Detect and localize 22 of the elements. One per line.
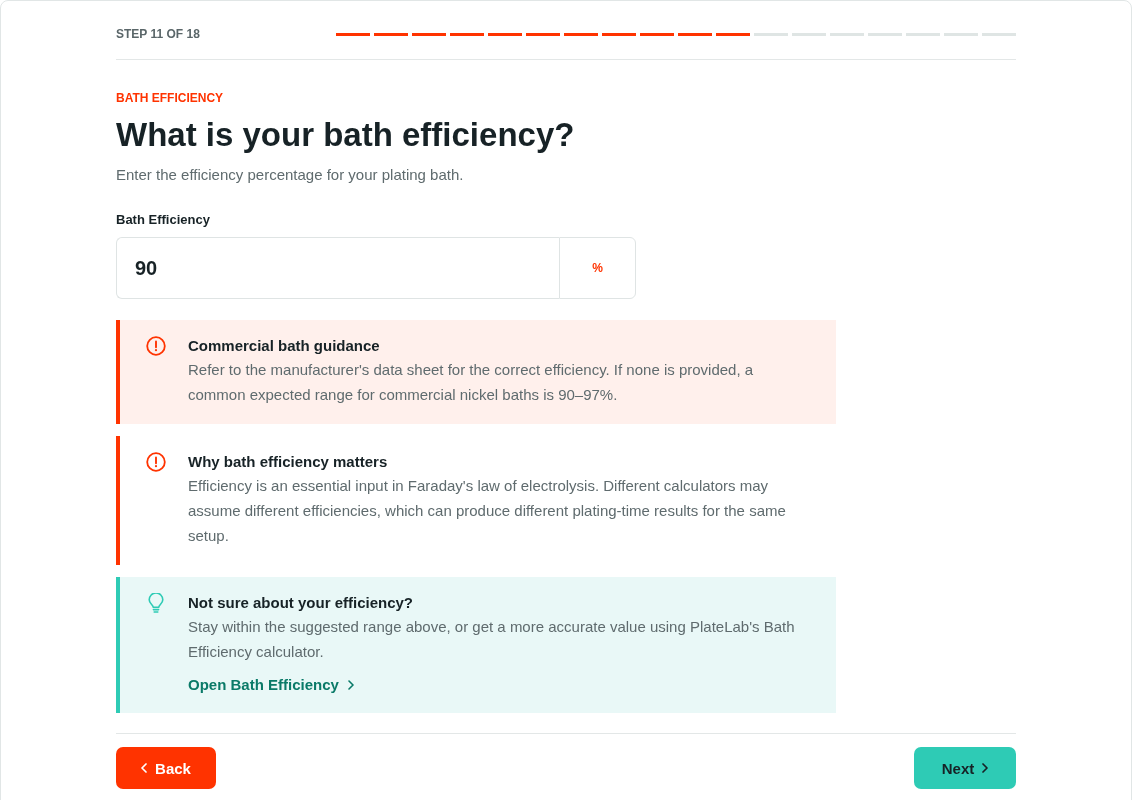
exclamation-circle-icon bbox=[146, 452, 166, 472]
callout-title: Not sure about your efficiency? bbox=[188, 593, 414, 613]
unit-suffix: % bbox=[559, 237, 636, 299]
callout-text: Efficiency is an essential input in Faraday's law of electrolysis. Different calculators may assume different efficiencies, which can produce different plating-time results for the same setup. bbox=[188, 476, 787, 546]
callout-title: Commercial bath guidance bbox=[188, 336, 380, 356]
chevron-right-icon bbox=[982, 763, 989, 773]
section-eyebrow: BATH EFFICIENCY bbox=[116, 91, 224, 105]
field-label: Bath Efficiency bbox=[116, 211, 210, 229]
chevron-left-icon bbox=[141, 763, 148, 773]
exclamation-circle-icon bbox=[146, 336, 166, 356]
callout-text: Refer to the manufacturer's data sheet for the correct efficiency. If none is provided, a common expected range for commercial nickel baths is 90–97%. bbox=[188, 360, 755, 405]
chevron-right-icon bbox=[347, 680, 354, 690]
callout-title: Why bath efficiency matters bbox=[188, 452, 388, 472]
lightbulb-icon bbox=[148, 593, 164, 613]
page-heading: What is your bath efficiency? bbox=[116, 115, 575, 155]
page-subtitle: Enter the efficiency percentage for your plating bath. bbox=[116, 165, 464, 185]
calculator-link[interactable]: Open Bath Efficiency bbox=[188, 674, 354, 696]
efficiency-input[interactable]: 90 bbox=[116, 237, 559, 299]
callout-text: Stay within the suggested range above, or get a more accurate value using PlateLab's Bath Efficiency calculator. bbox=[188, 617, 796, 662]
step-counter: STEP 11 OF 18 bbox=[116, 26, 200, 43]
next-button[interactable]: Next bbox=[914, 747, 1016, 789]
back-button[interactable]: Back bbox=[116, 747, 216, 789]
